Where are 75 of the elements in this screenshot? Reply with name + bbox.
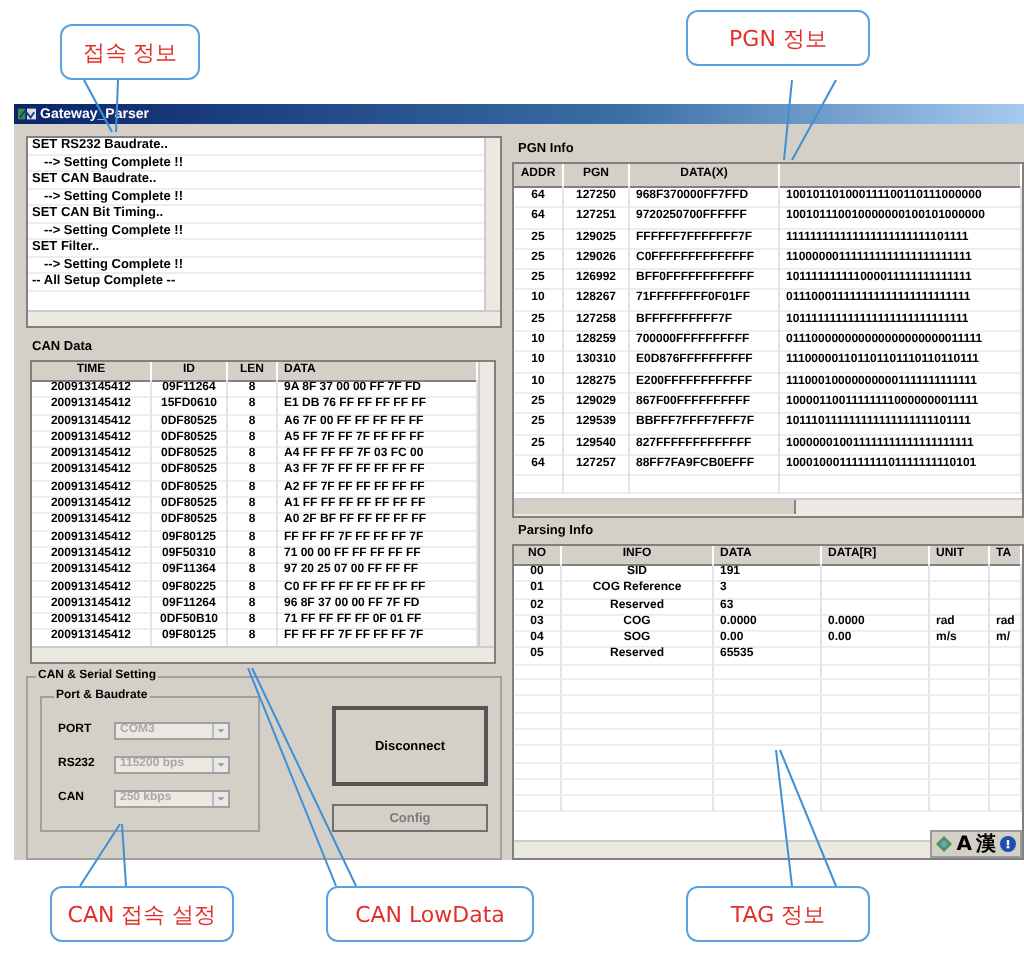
table-cell (514, 746, 562, 764)
callout: 접속 정보 (60, 24, 200, 80)
table-cell (714, 796, 822, 813)
callout: CAN 접속 설정 (50, 886, 234, 942)
table-cell (930, 796, 990, 813)
table-cell (990, 696, 1022, 714)
language-indicator[interactable]: 漢 (976, 833, 996, 855)
table-cell (990, 713, 1022, 730)
table-cell (714, 779, 822, 797)
table-cell (714, 663, 822, 681)
table-cell (990, 646, 1022, 666)
table-cell (930, 746, 990, 764)
table-cell (930, 663, 990, 681)
table-cell (990, 779, 1022, 797)
table-cell (930, 646, 990, 666)
table-cell (714, 746, 822, 764)
table-cell (930, 580, 990, 600)
table-cell (714, 696, 822, 714)
table-cell (714, 729, 822, 747)
callout: CAN LowData (326, 886, 534, 942)
table-cell (930, 564, 990, 583)
table-cell (930, 597, 990, 616)
table-cell (822, 779, 930, 797)
table-cell (930, 680, 990, 697)
table-cell (930, 763, 990, 780)
table-cell (514, 663, 562, 681)
callout: PGN 정보 (686, 10, 870, 66)
app-icon (18, 106, 36, 122)
table-cell (822, 729, 930, 747)
table-cell (822, 597, 930, 616)
table-cell (822, 763, 930, 780)
table-cell (822, 663, 930, 681)
table-cell (714, 763, 822, 780)
table-cell (514, 796, 562, 813)
table-cell (714, 680, 822, 697)
table-cell (714, 713, 822, 730)
table-cell (930, 696, 990, 714)
callout: TAG 정보 (686, 886, 870, 942)
scrollbar[interactable] (28, 310, 500, 326)
table-cell (930, 779, 990, 797)
table-cell (990, 729, 1022, 747)
scrollbar[interactable] (514, 840, 931, 858)
table-cell (514, 763, 562, 780)
table-cell (990, 663, 1022, 681)
table-cell (564, 474, 630, 495)
table-cell (514, 680, 562, 697)
table-cell (514, 696, 562, 714)
table-cell (514, 729, 562, 747)
table-cell (990, 680, 1022, 697)
table-cell (990, 564, 1022, 583)
table-cell (990, 746, 1022, 764)
table-cell (822, 580, 930, 600)
scrollbar[interactable] (478, 362, 494, 646)
table-cell (822, 680, 930, 697)
scrollbar[interactable] (32, 646, 494, 662)
scrollbar[interactable] (514, 498, 1022, 516)
table-cell (990, 763, 1022, 780)
table-cell (930, 713, 990, 730)
table-cell (822, 564, 930, 583)
language-indicator[interactable]: A (956, 833, 972, 855)
table-cell (514, 779, 562, 797)
table-cell (822, 696, 930, 714)
table-cell (990, 580, 1022, 600)
table-cell (822, 796, 930, 813)
diamond-icon[interactable] (936, 836, 953, 852)
table-cell (990, 796, 1022, 813)
table-cell (822, 713, 930, 730)
table-cell (822, 646, 930, 666)
scrollbar[interactable] (484, 138, 500, 310)
table-cell (514, 713, 562, 730)
column-header[interactable] (780, 164, 1022, 188)
table-cell (822, 746, 930, 764)
table-cell (930, 729, 990, 747)
table-cell (514, 474, 564, 495)
table-cell (990, 597, 1022, 616)
